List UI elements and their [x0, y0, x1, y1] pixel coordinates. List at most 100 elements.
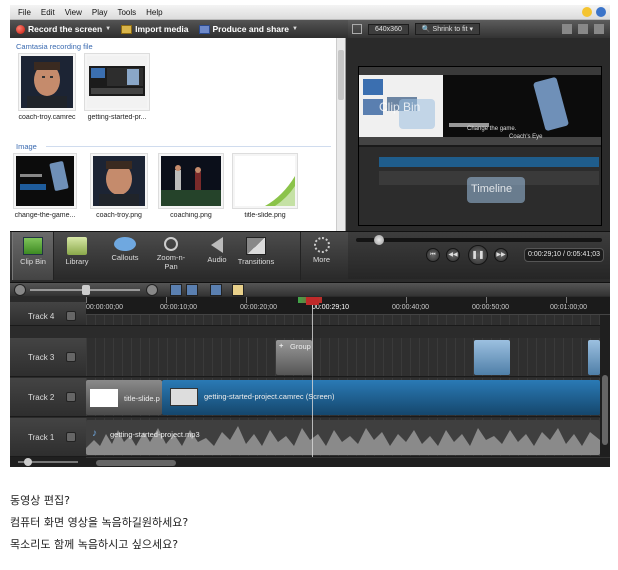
- search-icon: 🔍: [421, 26, 431, 33]
- more-dots-icon: [313, 237, 330, 253]
- zoom-in-icon[interactable]: [146, 284, 158, 296]
- menu-play[interactable]: Play: [87, 8, 113, 17]
- cut-icon[interactable]: [170, 284, 182, 296]
- thumbnail: [90, 153, 148, 209]
- chevron-down-icon: ▾: [469, 26, 474, 33]
- thumbnail: [84, 53, 150, 111]
- section-title-image: Image: [16, 142, 37, 151]
- clip-bin-scrollbar[interactable]: [336, 38, 345, 231]
- track-header-4[interactable]: Track 4: [10, 302, 86, 326]
- track-lane-4[interactable]: [86, 315, 600, 326]
- chevron-down-icon: ▼: [292, 26, 298, 32]
- scroll-thumb[interactable]: [602, 375, 608, 445]
- timeline-ruler[interactable]: 00:00:00;00 00:00:10;00 00:00:20;00 00:0…: [86, 297, 610, 315]
- detach-icon[interactable]: [594, 24, 604, 34]
- playhead-line[interactable]: [312, 297, 313, 457]
- timeline-horizontal-scrollbar[interactable]: [86, 457, 610, 467]
- import-media-button[interactable]: Import media: [121, 24, 189, 34]
- track-lane-3[interactable]: + Group: [86, 338, 600, 377]
- lock-icon[interactable]: [66, 432, 76, 442]
- speaker-icon: [211, 237, 223, 253]
- track-height-slider[interactable]: [10, 457, 86, 467]
- tab-clip-bin[interactable]: Clip Bin: [12, 232, 54, 280]
- record-screen-button[interactable]: Record the screen ▼: [16, 24, 111, 34]
- previous-clip-button[interactable]: ⏮: [426, 248, 440, 262]
- playback-scrubber[interactable]: [356, 235, 602, 245]
- zoom-slider-knob[interactable]: [82, 285, 90, 295]
- paste-icon[interactable]: [232, 284, 244, 296]
- callout-clip[interactable]: [474, 340, 510, 375]
- help-icon[interactable]: [596, 7, 606, 17]
- thumbnail: [13, 153, 77, 209]
- scroll-thumb[interactable]: [96, 460, 176, 466]
- pause-button[interactable]: ❚❚: [468, 245, 488, 265]
- menu-file[interactable]: File: [13, 8, 36, 17]
- step-forward-button[interactable]: ▶▶: [494, 248, 508, 262]
- lock-icon[interactable]: [66, 392, 76, 402]
- tab-more[interactable]: More: [300, 232, 342, 280]
- caption-line-3: 목소리도 함께 녹음하시고 싶으세요?: [10, 538, 179, 551]
- menu-help[interactable]: Help: [141, 8, 167, 17]
- overlay-label-clip-bin: Clip Bin: [379, 100, 421, 114]
- media-item-getting-started[interactable]: getting-started-pr...: [82, 53, 152, 121]
- tab-zoom-n-pan[interactable]: Zoom-n-Pan: [150, 232, 192, 280]
- track-header-2[interactable]: Track 2: [10, 378, 86, 417]
- produce-share-button[interactable]: Produce and share ▼: [198, 24, 298, 34]
- zoom-slider[interactable]: [30, 285, 140, 295]
- menu-view[interactable]: View: [60, 8, 87, 17]
- track-lane-1[interactable]: ♪ getting-started-project.mp3: [86, 418, 600, 457]
- callout-clip[interactable]: [588, 340, 600, 375]
- tab-callouts[interactable]: Callouts: [104, 232, 146, 280]
- media-item-coach-troy-camrec[interactable]: coach-troy.camrec: [12, 53, 82, 121]
- pan-hand-icon[interactable]: [562, 24, 572, 34]
- copy-icon[interactable]: [210, 284, 222, 296]
- group-clip[interactable]: + Group: [276, 340, 312, 375]
- media-item-change-the-game[interactable]: change-the-game...: [10, 153, 80, 219]
- crop-icon[interactable]: [352, 24, 362, 34]
- step-back-button[interactable]: ◀◀: [446, 248, 460, 262]
- thumbnail: [18, 53, 76, 111]
- expand-group-icon[interactable]: +: [279, 341, 283, 350]
- menu-edit[interactable]: Edit: [36, 8, 60, 17]
- canvas-size-dropdown[interactable]: 640x360: [368, 23, 409, 35]
- section-divider: [46, 146, 331, 147]
- zoom-dropdown[interactable]: 🔍 Shrink to fit ▾: [414, 23, 481, 35]
- media-item-coach-troy-png[interactable]: coach-troy.png: [84, 153, 154, 219]
- preview-canvas[interactable]: Clip Bin Timeline Change the game. Coach…: [358, 66, 602, 226]
- track-height-knob[interactable]: [24, 458, 32, 466]
- clip-bin-panel: Camtasia recording file coach-troy.camre…: [10, 38, 346, 231]
- overlay-label-change-game: Change the game.: [467, 126, 517, 132]
- audio-clip[interactable]: ♪ getting-started-project.mp3: [86, 420, 600, 455]
- scrubber-knob[interactable]: [374, 235, 384, 245]
- lock-icon[interactable]: [66, 352, 76, 362]
- menu-tools[interactable]: Tools: [112, 8, 141, 17]
- timeline-vertical-scrollbar[interactable]: [600, 315, 610, 457]
- fullscreen-icon[interactable]: [578, 24, 588, 34]
- import-folder-icon: [121, 24, 133, 34]
- lock-icon[interactable]: [66, 311, 76, 321]
- title-slide-clip[interactable]: title-slide.p: [86, 380, 162, 415]
- track-lane-2[interactable]: title-slide.p getting-started-project.ca…: [86, 378, 600, 417]
- film-icon: [198, 24, 210, 34]
- camtasia-window: File Edit View Play Tools Help Record th…: [10, 5, 610, 467]
- overlay-label-coachs-eye: Coach's Eye: [509, 134, 543, 140]
- media-item-coaching-png[interactable]: coaching.png: [156, 153, 226, 219]
- media-item-title-slide[interactable]: title-slide.png: [230, 153, 300, 219]
- tab-transitions[interactable]: Transitions: [230, 232, 282, 280]
- clip-bin-icon: [23, 237, 43, 255]
- caption-line-2: 컴퓨터 화면 영상을 녹음하길원하세요?: [10, 516, 189, 529]
- screen-recording-clip[interactable]: getting-started-project.camrec (Screen): [162, 380, 600, 415]
- playhead-marker[interactable]: [306, 297, 319, 305]
- lightbulb-icon[interactable]: [582, 7, 592, 17]
- track-header-1[interactable]: Track 1: [10, 418, 86, 457]
- overlay-label-timeline: Timeline: [471, 183, 513, 195]
- zoom-out-icon[interactable]: [14, 284, 26, 296]
- split-icon[interactable]: [186, 284, 198, 296]
- menu-bar: File Edit View Play Tools Help: [10, 5, 610, 20]
- tab-library[interactable]: Library: [56, 232, 98, 280]
- ruler-label: 00:01:00;00: [550, 304, 587, 311]
- track-header-3[interactable]: Track 3: [10, 338, 86, 377]
- ruler-label: 00:00:50;00: [472, 304, 509, 311]
- magnifier-icon: [164, 237, 178, 251]
- scroll-thumb[interactable]: [338, 50, 344, 100]
